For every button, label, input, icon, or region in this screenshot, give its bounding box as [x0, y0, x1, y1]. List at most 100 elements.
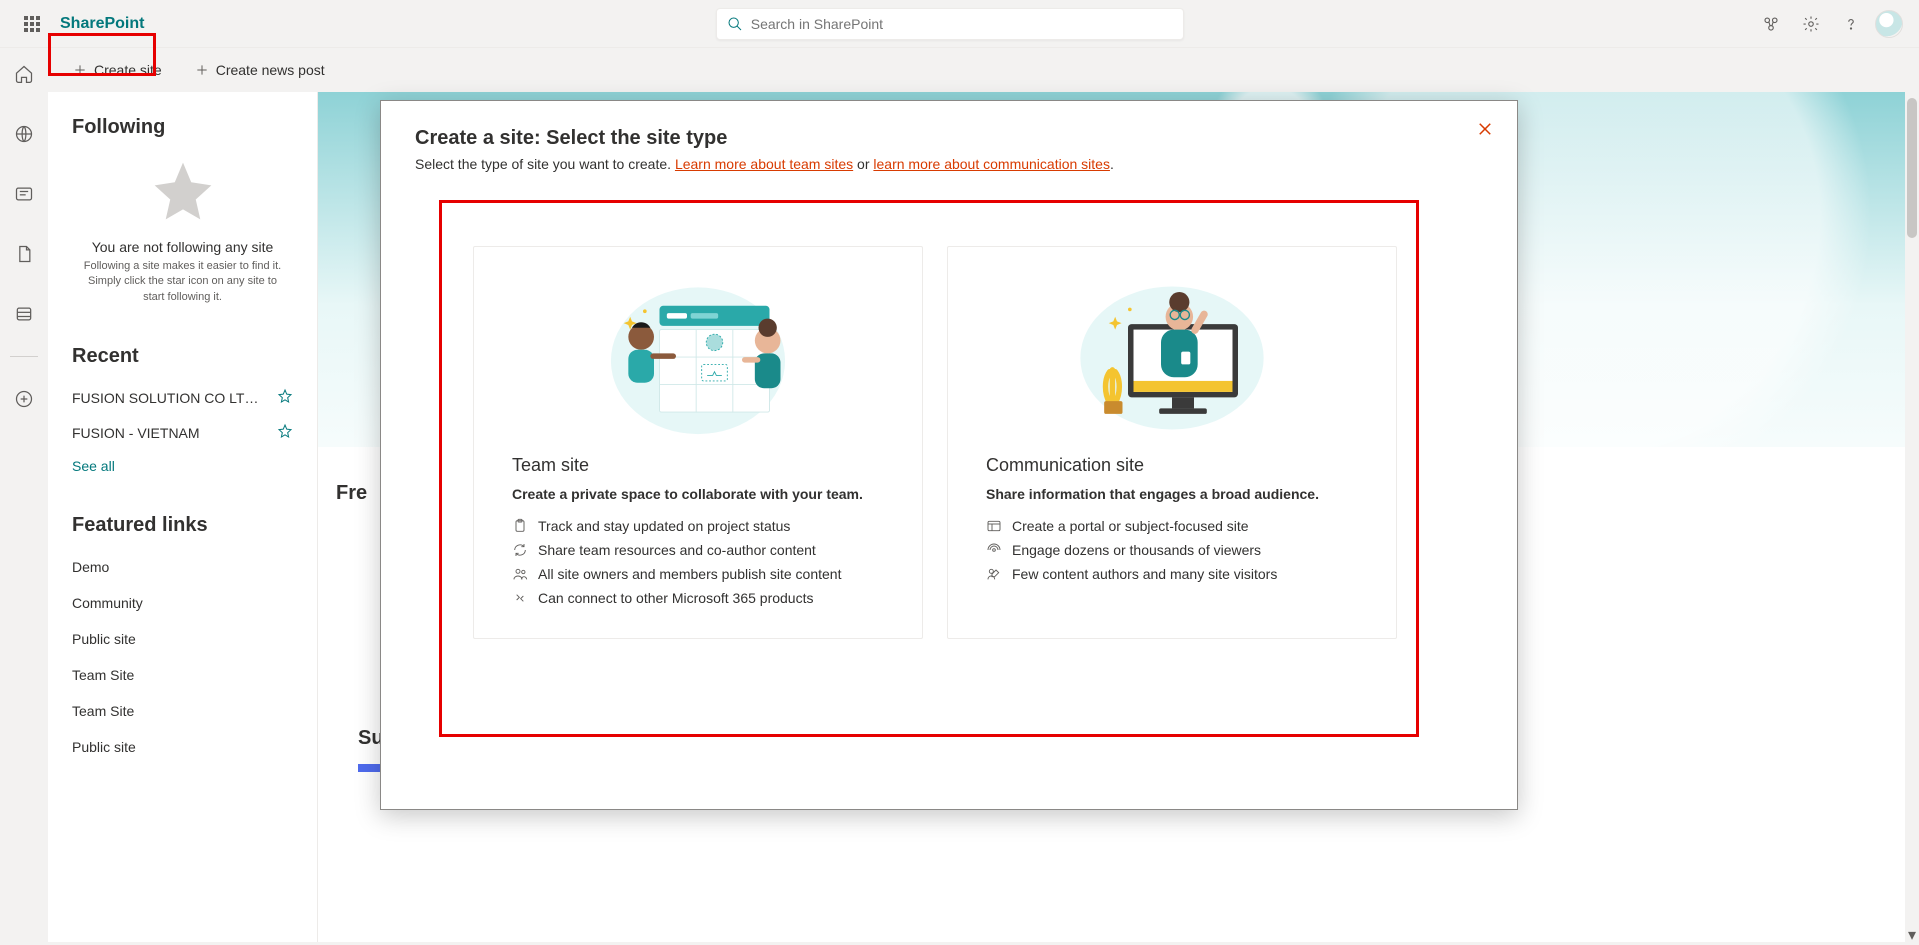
- star-icon: [277, 423, 293, 439]
- comm-card-title: Communication site: [986, 455, 1358, 476]
- modal-subtitle-prefix: Select the type of site you want to crea…: [415, 156, 675, 172]
- plus-icon: [194, 62, 210, 78]
- follow-star-button[interactable]: [277, 423, 293, 442]
- comm-card-tagline: Share information that engages a broad a…: [986, 486, 1358, 502]
- featured-link[interactable]: Demo: [72, 549, 293, 585]
- following-empty-msg1: You are not following any site: [72, 239, 293, 255]
- modal-title: Create a site: Select the site type: [415, 127, 1483, 150]
- frequent-sites-heading: Fre: [336, 482, 367, 505]
- recent-item-name: FUSION SOLUTION CO LTD ...: [72, 390, 262, 406]
- comm-feature-list: Create a portal or subject-focused site …: [986, 518, 1358, 582]
- scrollbar-down[interactable]: ▾: [1905, 928, 1919, 942]
- star-large-icon: [149, 157, 217, 225]
- connections-icon: [1762, 15, 1780, 33]
- search-input[interactable]: [751, 16, 1173, 32]
- featured-link[interactable]: Team Site: [72, 693, 293, 729]
- app-title[interactable]: SharePoint: [60, 15, 144, 33]
- help-icon: [1842, 15, 1860, 33]
- feature-text: All site owners and members publish site…: [538, 566, 841, 582]
- rail-lists[interactable]: [4, 294, 44, 334]
- close-icon: [1476, 120, 1494, 138]
- sync-icon: [512, 542, 528, 558]
- rail-home[interactable]: [4, 54, 44, 94]
- plus-circle-icon: [14, 389, 34, 409]
- recent-item[interactable]: FUSION - VIETNAM: [72, 415, 293, 450]
- rail-files[interactable]: [4, 234, 44, 274]
- team-site-card[interactable]: Team site Create a private space to coll…: [473, 246, 923, 639]
- home-icon: [14, 64, 34, 84]
- create-news-post-button[interactable]: Create news post: [182, 54, 337, 86]
- communication-site-card[interactable]: Human:: [947, 246, 1397, 639]
- create-site-modal: Create a site: Select the site type Sele…: [380, 100, 1518, 810]
- feature-text: Track and stay updated on project status: [538, 518, 790, 534]
- comm-site-illustration: Human:: [986, 273, 1358, 443]
- team-site-illustration: [512, 273, 884, 443]
- globe-icon: [14, 124, 34, 144]
- search-box[interactable]: [716, 8, 1184, 40]
- featured-link[interactable]: Public site: [72, 729, 293, 765]
- search-icon: [727, 16, 743, 32]
- waffle-icon: [24, 16, 40, 32]
- app-launcher-button[interactable]: [8, 0, 56, 48]
- modal-subtitle: Select the type of site you want to crea…: [415, 156, 1483, 172]
- modal-inner: Create a site: Select the site type Sele…: [381, 101, 1517, 665]
- site-type-cards: Team site Create a private space to coll…: [473, 246, 1483, 639]
- gear-icon: [1802, 15, 1820, 33]
- feature-text: Few content authors and many site visito…: [1012, 566, 1277, 582]
- feature-text: Engage dozens or thousands of viewers: [1012, 542, 1261, 558]
- feature-item: Track and stay updated on project status: [512, 518, 884, 534]
- help-button[interactable]: [1835, 8, 1867, 40]
- following-empty: You are not following any site Following…: [72, 157, 293, 305]
- command-bar: Create site Create news post: [48, 48, 1905, 92]
- feature-item: Share team resources and co-author conte…: [512, 542, 884, 558]
- feature-text: Create a portal or subject-focused site: [1012, 518, 1249, 534]
- featured-link[interactable]: Public site: [72, 621, 293, 657]
- rail-news[interactable]: [4, 174, 44, 214]
- rail-global[interactable]: [4, 114, 44, 154]
- create-news-post-label: Create news post: [216, 62, 325, 78]
- feature-text: Share team resources and co-author conte…: [538, 542, 816, 558]
- modal-close-button[interactable]: [1471, 115, 1499, 143]
- star-icon: [277, 388, 293, 404]
- following-empty-msg2: Following a site makes it easier to find…: [72, 259, 293, 305]
- see-all-link[interactable]: See all: [72, 458, 293, 474]
- news-icon: [14, 184, 34, 204]
- recent-item-name: FUSION - VIETNAM: [72, 425, 200, 441]
- create-site-label: Create site: [94, 62, 162, 78]
- recent-item[interactable]: FUSION SOLUTION CO LTD ...: [72, 380, 293, 415]
- recent-heading: Recent: [72, 345, 293, 368]
- featured-link[interactable]: Community: [72, 585, 293, 621]
- team-card-tagline: Create a private space to collaborate wi…: [512, 486, 884, 502]
- feature-text: Can connect to other Microsoft 365 produ…: [538, 590, 813, 606]
- sidebar: Following You are not following any site…: [48, 92, 318, 942]
- follow-star-button[interactable]: [277, 388, 293, 407]
- featured-link[interactable]: Team Site: [72, 657, 293, 693]
- learn-team-link[interactable]: Learn more about team sites: [675, 156, 853, 172]
- featured-heading: Featured links: [72, 514, 293, 537]
- scrollbar-track[interactable]: ▴ ▾: [1905, 48, 1919, 942]
- header-right: [1755, 8, 1911, 40]
- settings-button[interactable]: [1795, 8, 1827, 40]
- user-avatar[interactable]: [1875, 10, 1903, 38]
- connections-button[interactable]: [1755, 8, 1787, 40]
- portal-icon: [986, 518, 1002, 534]
- learn-comm-link[interactable]: learn more about communication sites: [873, 156, 1110, 172]
- rail-divider: [10, 356, 38, 357]
- plus-icon: [72, 62, 88, 78]
- search-wrap: [144, 8, 1755, 40]
- modal-subtitle-or: or: [853, 156, 873, 172]
- feature-item: Create a portal or subject-focused site: [986, 518, 1358, 534]
- modal-subtitle-suffix: .: [1110, 156, 1114, 172]
- team-card-title: Team site: [512, 455, 884, 476]
- feature-item: Engage dozens or thousands of viewers: [986, 542, 1358, 558]
- create-site-button[interactable]: Create site: [60, 54, 174, 86]
- author-icon: [986, 566, 1002, 582]
- rail-create[interactable]: [4, 379, 44, 419]
- clipboard-icon: [512, 518, 528, 534]
- file-icon: [14, 244, 34, 264]
- feature-item: Can connect to other Microsoft 365 produ…: [512, 590, 884, 606]
- team-illustration-icon: [588, 278, 808, 438]
- scrollbar-thumb[interactable]: [1907, 98, 1917, 238]
- people-icon: [512, 566, 528, 582]
- team-feature-list: Track and stay updated on project status…: [512, 518, 884, 606]
